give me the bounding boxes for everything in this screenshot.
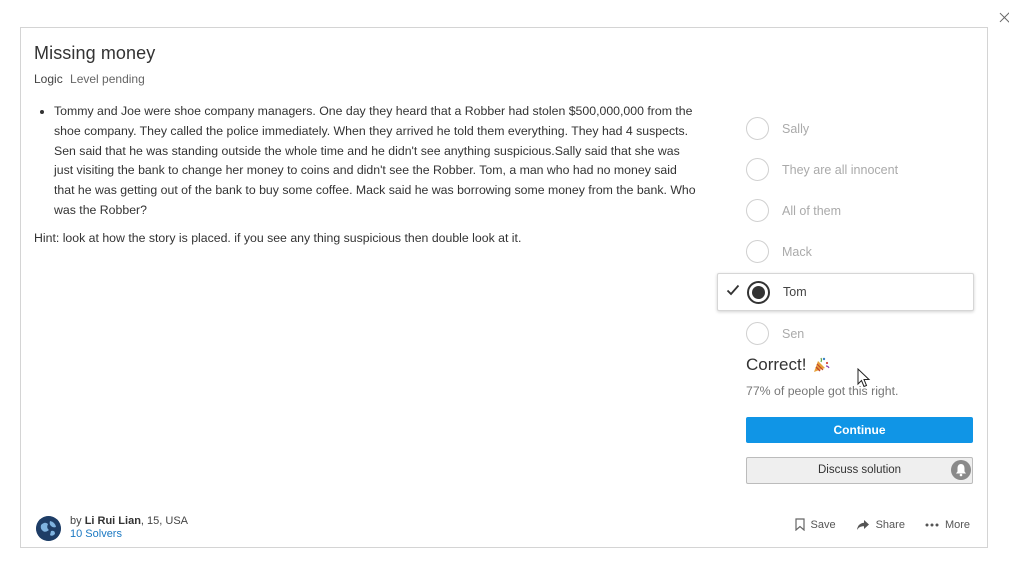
bookmark-icon xyxy=(794,518,805,531)
share-button[interactable]: Share xyxy=(856,519,905,531)
author-info: by Li Rui Lian, 15, USA 10 Solvers xyxy=(36,515,188,541)
radio-button-selected[interactable] xyxy=(747,280,770,304)
share-label: Share xyxy=(875,518,905,531)
problem-body: Tommy and Joe were shoe company managers… xyxy=(54,102,699,221)
option-sen[interactable]: Sen xyxy=(717,313,974,354)
problem-actions: Save Share More xyxy=(775,518,970,531)
continue-button[interactable]: Continue xyxy=(746,417,973,443)
more-label: More xyxy=(944,518,970,531)
more-dots-icon xyxy=(925,523,939,526)
author-text: by Li Rui Lian, 15, USA 10 Solvers xyxy=(70,515,188,541)
bell-icon[interactable] xyxy=(951,460,971,480)
mouse-cursor-icon xyxy=(857,368,871,388)
author-prefix: by xyxy=(70,515,82,527)
discuss-solution-button[interactable]: Discuss solution xyxy=(746,457,973,484)
problem-statement: Tommy and Joe were shoe company managers… xyxy=(34,102,699,249)
discuss-solution-label: Discuss solution xyxy=(817,464,902,476)
level-label: Level pending xyxy=(70,72,145,86)
answer-options: Sally They are all innocent All of them … xyxy=(717,108,974,354)
option-sally[interactable]: Sally xyxy=(717,108,974,149)
problem-hint: Hint: look at how the story is placed. i… xyxy=(34,230,522,245)
share-arrow-icon xyxy=(856,519,869,530)
author-name[interactable]: Li Rui Lian xyxy=(85,515,141,527)
option-label: Mack xyxy=(782,244,812,259)
option-mack[interactable]: Mack xyxy=(717,231,974,272)
option-label: All of them xyxy=(782,203,842,218)
option-label: Sen xyxy=(782,326,805,341)
radio-button[interactable] xyxy=(746,322,769,345)
save-button[interactable]: Save xyxy=(794,518,836,531)
radio-button[interactable] xyxy=(746,158,769,181)
radio-button[interactable] xyxy=(746,117,769,140)
problem-meta: Logic Level pending xyxy=(34,72,145,86)
option-label: Tom xyxy=(783,285,807,299)
close-icon[interactable] xyxy=(998,10,1009,26)
option-tom[interactable]: Tom xyxy=(717,273,974,311)
radio-button[interactable] xyxy=(746,240,769,263)
problem-title: Missing money xyxy=(34,43,156,63)
topic-label[interactable]: Logic xyxy=(34,72,63,86)
solvers-link[interactable]: 10 Solvers xyxy=(70,528,188,541)
option-all-innocent[interactable]: They are all innocent xyxy=(717,149,974,190)
author-details: , 15, USA xyxy=(140,515,188,527)
radio-button[interactable] xyxy=(746,199,769,222)
avatar[interactable] xyxy=(36,515,61,541)
party-popper-icon xyxy=(814,357,831,372)
more-button[interactable]: More xyxy=(925,519,970,531)
option-label: They are all innocent xyxy=(782,162,899,177)
result-headline-text: Correct! xyxy=(746,355,807,374)
option-label: Sally xyxy=(782,121,810,136)
save-label: Save xyxy=(810,518,836,531)
checkmark-icon xyxy=(726,284,740,296)
problem-card: Missing money Logic Level pending Tommy … xyxy=(20,27,988,548)
option-all-of-them[interactable]: All of them xyxy=(717,190,974,231)
